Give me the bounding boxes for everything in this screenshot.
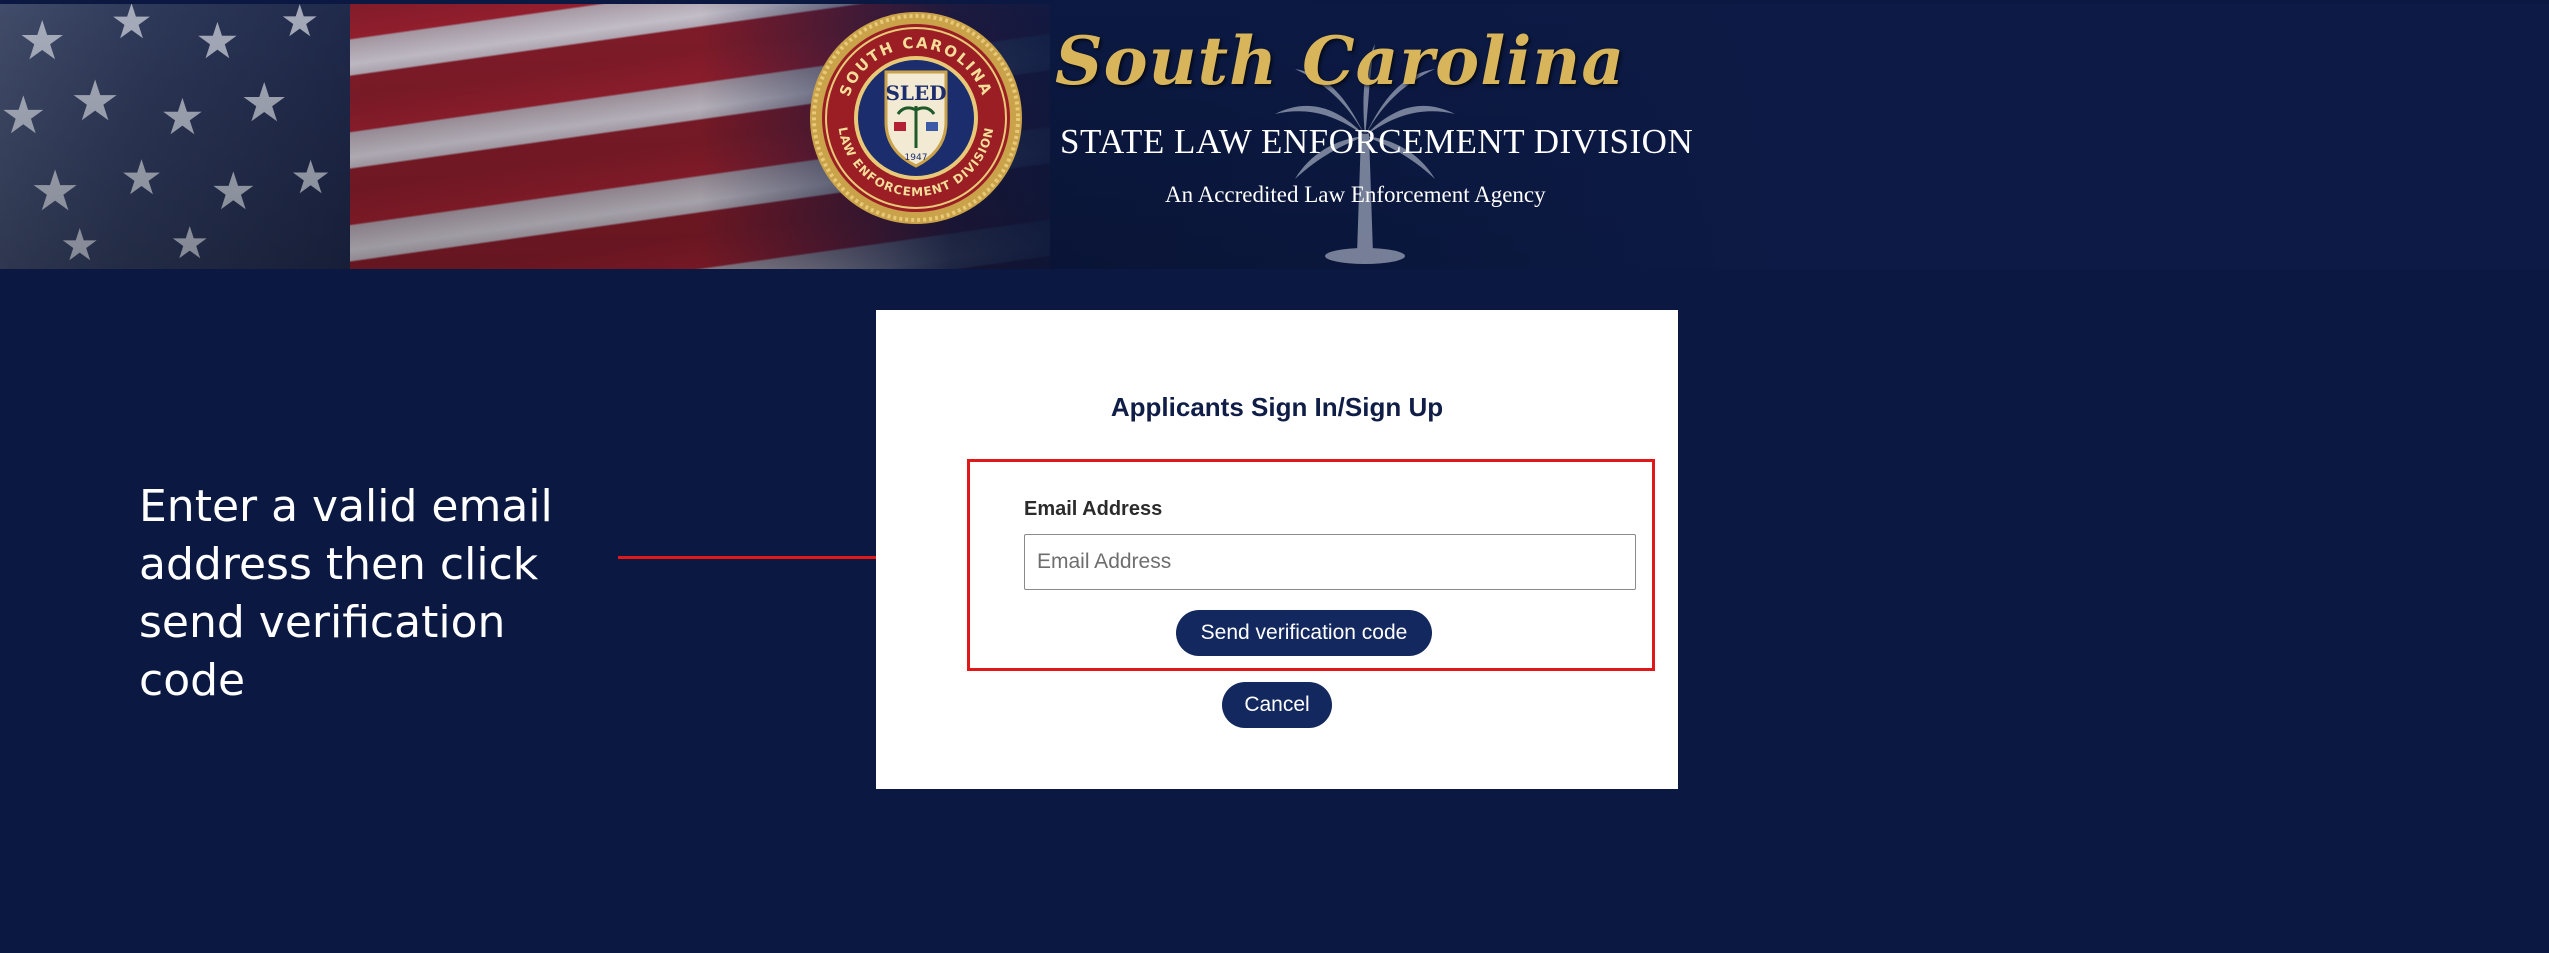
seal-center-text: SLED — [885, 81, 946, 105]
send-verification-code-button[interactable]: Send verification code — [1176, 610, 1432, 656]
state-name-script: South Carolina — [1055, 22, 1626, 100]
email-label: Email Address — [1024, 498, 1163, 520]
sled-seal-logo: SOUTH CAROLINA LAW ENFORCEMENT DIVISION … — [810, 12, 1022, 224]
instruction-line-1: Enter a valid email — [139, 481, 553, 532]
agency-title: STATE LAW ENFORCEMENT DIVISION — [1060, 122, 1694, 161]
cancel-button[interactable]: Cancel — [1222, 682, 1332, 728]
signin-title: Applicants Sign In/Sign Up — [1110, 392, 1444, 422]
instruction-line-3: send verification code — [139, 597, 506, 706]
email-input[interactable] — [1024, 534, 1636, 590]
header-banner: ★ ★ ★ ★ ★ ★ ★ ★ ★ ★ ★ ★ ★ ★ SOUTH CAROLI… — [0, 4, 2549, 269]
agency-tagline: An Accredited Law Enforcement Agency — [1165, 182, 1546, 207]
signin-card: Applicants Sign In/Sign Up Email Address… — [876, 310, 1678, 789]
svg-text:1947: 1947 — [905, 153, 928, 163]
instruction-line-2: address then click — [139, 539, 539, 590]
instruction-callout: Enter a valid email address then click s… — [139, 478, 619, 710]
